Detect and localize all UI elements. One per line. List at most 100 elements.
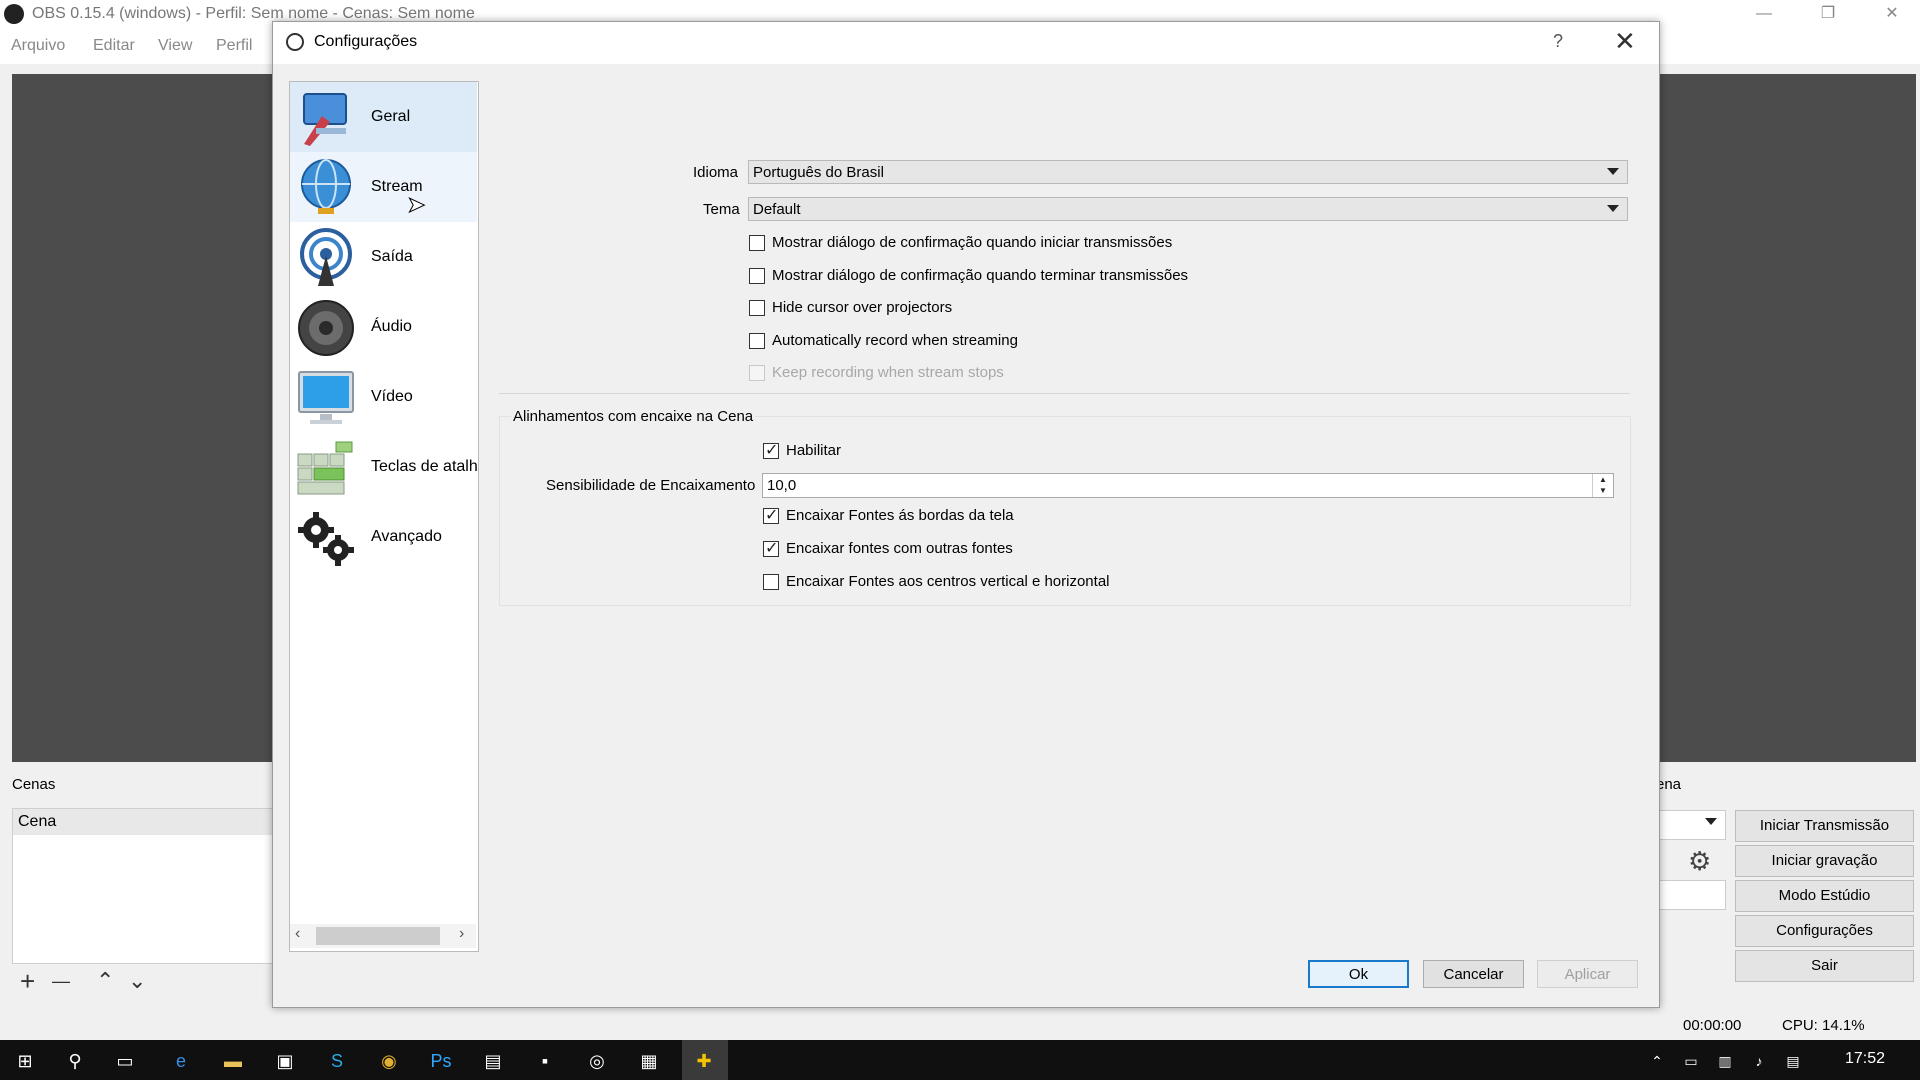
language-label: Idioma [693, 164, 739, 181]
menu-view[interactable]: View [158, 37, 192, 55]
obs-taskbar-icon[interactable]: ◎ [584, 1048, 610, 1074]
notes-icon[interactable]: ▪ [532, 1048, 558, 1074]
gear-icon[interactable]: ⚙ [1688, 846, 1711, 877]
menu-arquivo[interactable]: Arquivo [11, 37, 65, 55]
add-scene-button[interactable]: + [20, 966, 35, 996]
snap-screen-edges-checkbox[interactable] [763, 505, 779, 525]
keep-recording-label: Keep recording when stream stops [772, 364, 1004, 381]
scenes-label: Cenas [12, 776, 56, 793]
app-taskbar-icon[interactable]: ✚ [691, 1048, 717, 1074]
general-icon [303, 93, 347, 146]
output-broadcast-icon [300, 228, 352, 286]
sensitivity-spinbox[interactable] [762, 473, 1614, 498]
speaker-icon [298, 300, 354, 356]
studio-mode-button[interactable]: Modo Estúdio [1735, 880, 1914, 912]
calculator-icon[interactable]: ▦ [636, 1048, 662, 1074]
sensitivity-label: Sensibilidade de Encaixamento [546, 477, 756, 494]
status-time: 00:00:00 [1683, 1017, 1742, 1034]
nav-label: Saída [371, 248, 413, 265]
nav-video[interactable]: Vídeo [290, 362, 477, 432]
chrome-icon[interactable]: ◉ [376, 1048, 402, 1074]
task-view-icon[interactable]: ▭ [112, 1048, 138, 1074]
chevron-down-icon [1607, 168, 1619, 175]
snapping-enable-label[interactable]: Habilitar [786, 442, 841, 459]
scroll-right-icon[interactable]: › [459, 925, 464, 943]
nav-hotkeys[interactable]: Teclas de atalh [290, 432, 478, 502]
spinbox-arrows-icon[interactable]: ▲ ▼ [1592, 474, 1613, 497]
file-explorer-icon[interactable]: ▬ [220, 1048, 246, 1074]
confirm-stop-label[interactable]: Mostrar diálogo de confirmação quando te… [772, 267, 1188, 284]
help-button[interactable]: ? [1553, 31, 1563, 52]
nav-stream[interactable]: Stream [290, 152, 477, 222]
divider [499, 393, 1630, 394]
keep-recording-checkbox [749, 365, 765, 381]
tray-chevron-up-icon[interactable]: ⌃ [1644, 1048, 1670, 1074]
menu-perfil[interactable]: Perfil [216, 37, 252, 55]
monitor-icon [298, 371, 354, 424]
snap-centers-label[interactable]: Encaixar Fontes aos centros vertical e h… [786, 573, 1110, 590]
close-dialog-button[interactable]: ✕ [1614, 26, 1636, 57]
minimize-button[interactable]: — [1734, 0, 1794, 30]
auto-record-checkbox[interactable] [749, 333, 765, 349]
remove-scene-button[interactable]: — [52, 966, 70, 996]
nav-label: Avançado [371, 528, 442, 545]
media-icon[interactable]: ▤ [480, 1048, 506, 1074]
volume-icon[interactable]: ♪ [1746, 1048, 1772, 1074]
chevron-down-icon [1607, 205, 1619, 212]
scrollbar-thumb[interactable] [316, 927, 440, 945]
windows-start-icon[interactable]: ⊞ [12, 1048, 38, 1074]
ok-button[interactable]: Ok [1308, 960, 1409, 988]
nav-avancado[interactable]: Avançado [290, 502, 477, 572]
snap-screen-edges-label[interactable]: Encaixar Fontes ás bordas da tela [786, 507, 1014, 524]
scroll-left-icon[interactable]: ‹ [295, 925, 300, 943]
snapping-enable-checkbox[interactable] [763, 440, 779, 460]
exit-button[interactable]: Sair [1735, 950, 1914, 982]
close-main-button[interactable]: ✕ [1862, 0, 1920, 30]
nav-audio[interactable]: Áudio [290, 292, 477, 362]
status-cpu: CPU: 14.1% [1782, 1017, 1865, 1034]
nav-label: Geral [371, 108, 411, 125]
confirm-start-checkbox[interactable] [749, 235, 765, 251]
hide-cursor-label[interactable]: Hide cursor over projectors [772, 299, 952, 316]
sensitivity-value[interactable]: 10,0 [767, 477, 796, 494]
settings-button[interactable]: Configurações [1735, 915, 1914, 947]
maximize-button[interactable]: ❐ [1798, 0, 1858, 30]
nav-saida[interactable]: Saída [290, 222, 477, 292]
move-scene-up-button[interactable]: ⌃ [96, 966, 114, 996]
theme-select[interactable]: Default [748, 197, 1628, 221]
store-icon[interactable]: ▣ [272, 1048, 298, 1074]
skype-icon[interactable]: S [324, 1048, 350, 1074]
hide-cursor-checkbox[interactable] [749, 300, 765, 316]
battery-icon[interactable]: ▭ [1678, 1048, 1704, 1074]
move-scene-down-button[interactable]: ⌄ [128, 966, 146, 996]
transition-select[interactable] [1656, 810, 1726, 840]
notifications-icon[interactable]: ▤ [1780, 1048, 1806, 1074]
network-icon[interactable]: ▥ [1712, 1048, 1738, 1074]
snap-other-sources-label[interactable]: Encaixar fontes com outras fontes [786, 540, 1013, 557]
stream-globe-icon [301, 159, 351, 214]
cancel-button[interactable]: Cancelar [1423, 960, 1524, 988]
apply-button: Aplicar [1537, 960, 1638, 988]
auto-record-label[interactable]: Automatically record when streaming [772, 332, 1018, 349]
start-streaming-button[interactable]: Iniciar Transmissão [1735, 810, 1914, 842]
nav-label: Áudio [371, 318, 412, 335]
snap-centers-checkbox[interactable] [763, 574, 779, 590]
menu-editar[interactable]: Editar [93, 37, 135, 55]
photoshop-icon[interactable]: Ps [428, 1048, 454, 1074]
duration-spinbox[interactable] [1656, 880, 1726, 910]
edge-browser-icon[interactable]: e [168, 1048, 194, 1074]
dialog-titlebar [273, 22, 1659, 64]
start-recording-button[interactable]: Iniciar gravação [1735, 845, 1914, 877]
chevron-down-icon [1705, 818, 1717, 825]
mouse-cursor-icon: ➤ [406, 192, 426, 218]
confirm-stop-checkbox[interactable] [749, 268, 765, 284]
nav-label: Teclas de atalh [371, 458, 478, 475]
nav-label: Vídeo [371, 388, 413, 405]
search-icon[interactable]: ⚲ [62, 1048, 88, 1074]
clock[interactable]: 17:52 [1845, 1050, 1885, 1068]
nav-geral[interactable]: Geral [290, 82, 477, 152]
snap-other-sources-checkbox[interactable] [763, 538, 779, 558]
language-select[interactable]: Português do Brasil [748, 160, 1628, 184]
confirm-start-label[interactable]: Mostrar diálogo de confirmação quando in… [772, 234, 1172, 251]
scene-name: Cena [18, 813, 57, 830]
